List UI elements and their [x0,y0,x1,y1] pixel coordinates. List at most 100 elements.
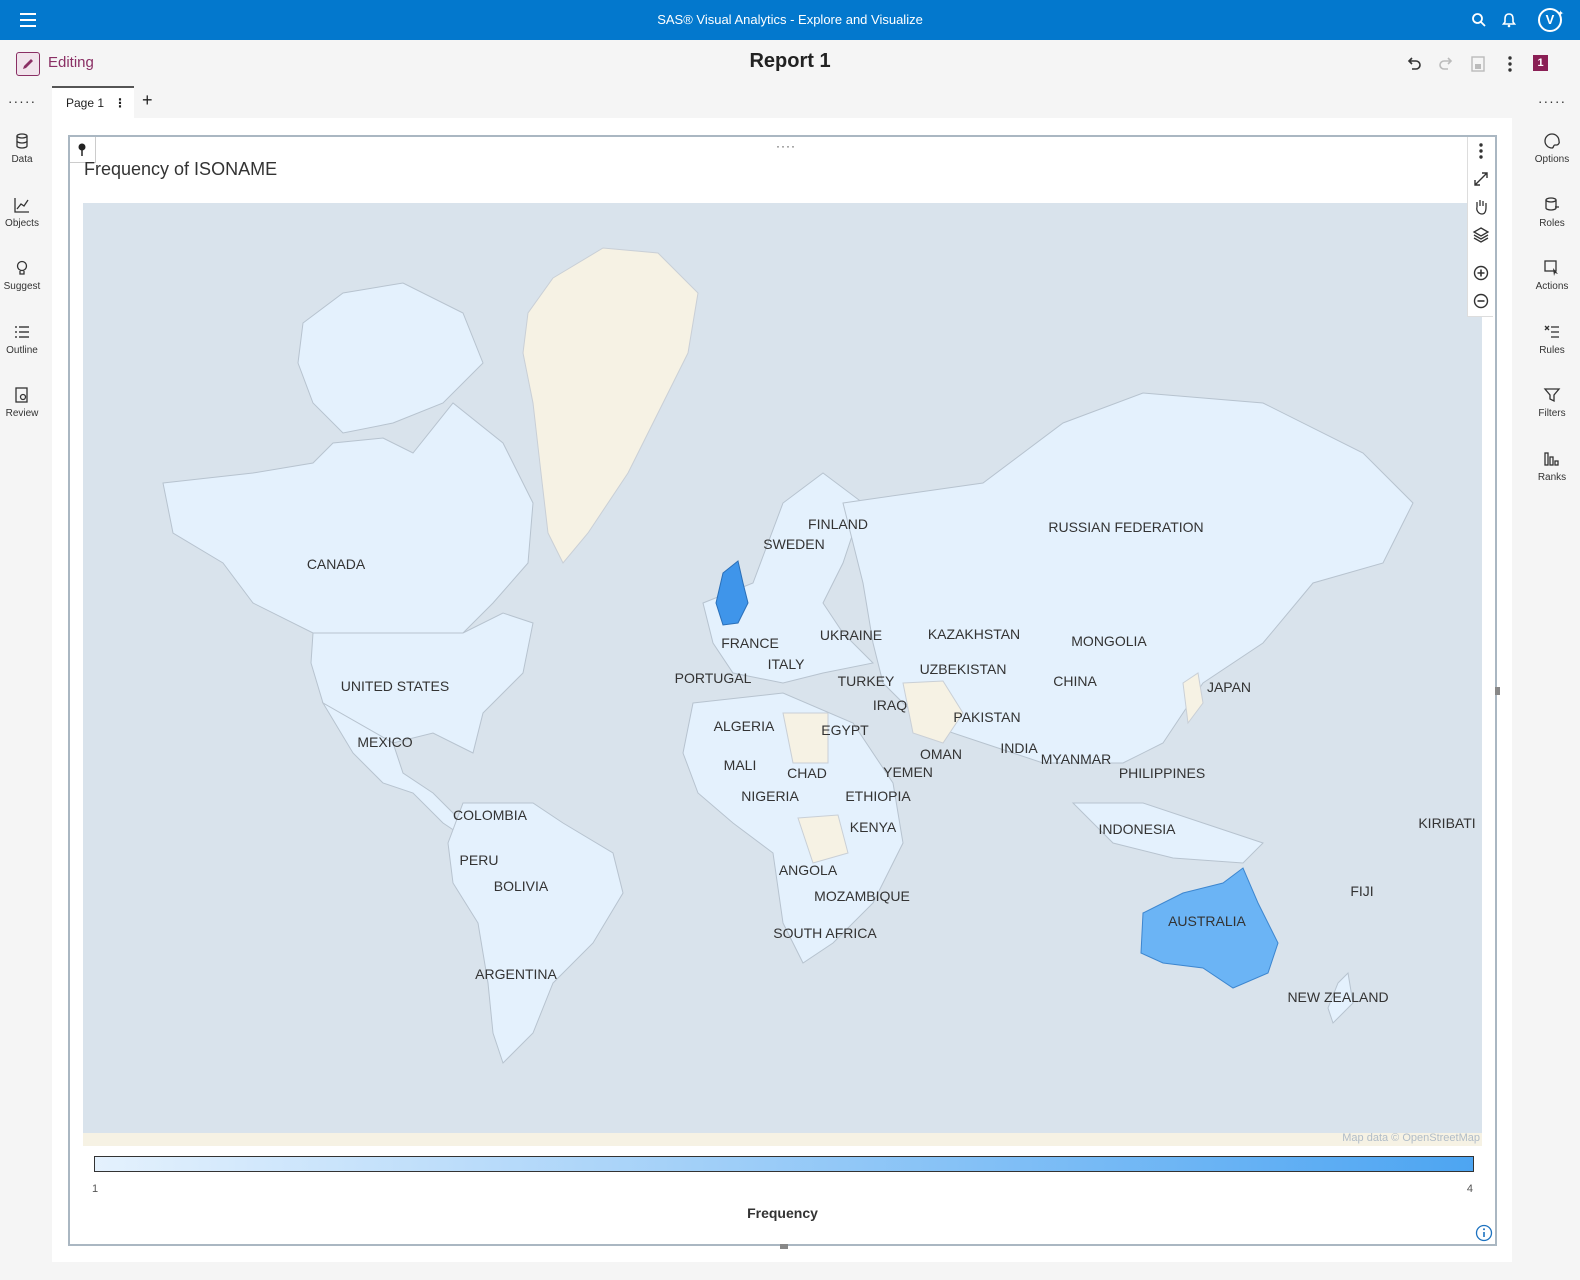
rail-label: Objects [5,218,39,229]
country-label: YEMEN [883,764,933,780]
more-options-icon[interactable] [1500,54,1520,74]
rail-label: Data [11,154,33,165]
tab-page-1[interactable]: Page 1 ⋮ [52,86,134,118]
bell-icon[interactable] [1500,11,1518,29]
country-label: NIGERIA [741,788,799,804]
country-label: MONGOLIA [1071,633,1147,649]
viz-title: Frequency of ISONAME [84,159,278,179]
palette-icon [1544,133,1560,149]
geo-map-object[interactable]: ···· Frequency of ISONAME CANADA UNITED … [68,135,1500,1249]
country-label: INDONESIA [1098,821,1176,837]
rail-grip[interactable]: ····· [0,86,44,108]
rail-label: Outline [6,345,38,356]
rail-roles[interactable]: Roles [1524,196,1580,229]
map-area[interactable]: CANADA UNITED STATES MEXICO COLOMBIA PER… [83,203,1482,1146]
rail-rules[interactable]: Rules [1524,323,1580,356]
tab-more-icon[interactable]: ⋮ [114,88,126,118]
edit-mode-button[interactable] [16,52,40,76]
country-label: KIRIBATI [1418,815,1476,831]
country-label: CHAD [787,765,827,781]
rail-options[interactable]: Options [1524,132,1580,165]
rail-outline[interactable]: Outline [0,323,44,356]
rail-actions[interactable]: Actions [1524,259,1580,292]
country-label: FRANCE [721,635,779,651]
rail-data[interactable]: Data [0,132,44,165]
rail-label: Actions [1535,281,1569,292]
chart-icon [14,198,29,213]
rail-label: Review [5,408,39,419]
report-header: Editing Report 1 1 [0,40,1580,86]
map-attribution: Map data © OpenStreetMap [1342,1132,1480,1144]
zoom-out-icon[interactable] [1471,291,1491,311]
legend-title: Frequency [747,1205,818,1221]
rail-grip[interactable]: ····· [1524,86,1580,108]
page-tab-bar: Page 1 ⋮ + [52,86,1512,118]
rail-objects[interactable]: Objects [0,196,44,229]
country-label: ITALY [767,656,805,672]
rail-suggest[interactable]: Suggest [0,259,44,292]
list-icon [15,326,29,338]
legend-min: 1 [92,1183,99,1195]
app-header: SAS® Visual Analytics - Explore and Visu… [0,0,1580,40]
cursor-icon [1544,260,1558,276]
pencil-icon [23,59,33,69]
filter-icon [1543,388,1561,403]
zoom-in-icon[interactable] [1471,263,1491,283]
country-label: CANADA [306,556,366,572]
country-label: EGYPT [821,722,869,738]
country-label: CHINA [1053,673,1097,689]
tab-label: Page 1 [66,96,105,110]
country-label: COLOMBIA [453,807,527,823]
country-label: KENYA [849,819,897,835]
search-icon[interactable] [1470,11,1488,29]
country-label: MYANMAR [1040,751,1112,767]
database-icon [16,133,28,149]
pan-hand-icon[interactable] [1471,197,1491,217]
layers-icon[interactable] [1471,225,1491,245]
more-icon[interactable] [1471,141,1491,161]
rail-label: Rules [1539,345,1565,356]
country-label: PAKISTAN [953,709,1021,725]
frequency-legend-bar [94,1156,1474,1172]
country-label: FIJI [1350,883,1374,899]
rail-ranks[interactable]: Ranks [1524,450,1580,483]
info-icon[interactable] [1475,1224,1493,1242]
country-label: PORTUGAL [674,670,752,686]
country-label: SOUTH AFRICA [773,925,877,941]
world-map [83,247,1482,1146]
country-label: PHILIPPINES [1118,765,1206,781]
rail-label: Filters [1538,408,1566,419]
country-label: ALGERIA [713,718,775,734]
country-label: IRAQ [872,697,908,713]
user-avatar[interactable]: V ✦ [1538,8,1564,32]
right-panel-rail: ····· Options Roles Actions Rules Filter… [1524,86,1580,1280]
undo-icon[interactable] [1404,54,1424,74]
add-page-button[interactable]: + [142,90,153,111]
rail-review[interactable]: Review [0,386,44,419]
rules-icon [1544,325,1559,338]
save-icon[interactable] [1468,54,1488,74]
country-label: INDIA [1000,740,1038,756]
country-label: ANGOLA [778,862,838,878]
notification-badge[interactable]: 1 [1533,55,1548,71]
map-toolbar [1467,137,1493,317]
country-label: TURKEY [837,673,895,689]
country-label: PERU [459,852,499,868]
left-panel-rail: ····· Data Objects Suggest Outline Revie… [0,86,44,1280]
country-label: UNITED STATES [340,678,450,694]
rail-label: Ranks [1537,472,1567,483]
country-label: RUSSIAN FEDERATION [1048,519,1204,535]
country-label: ARGENTINA [475,966,557,982]
maximize-icon[interactable] [1471,169,1491,189]
redo-icon[interactable] [1436,54,1456,74]
country-label: MEXICO [357,734,413,750]
country-label: ETHIOPIA [845,788,911,804]
rail-filters[interactable]: Filters [1524,386,1580,419]
resize-handle-bottom[interactable] [780,1244,788,1249]
app-title: SAS® Visual Analytics - Explore and Visu… [657,12,923,27]
resize-handle-right[interactable] [1495,687,1500,695]
report-title: Report 1 [749,50,831,72]
drag-handle-icon[interactable]: ···· [776,139,796,153]
avatar-initial: V [1545,12,1555,27]
review-icon [15,387,28,403]
